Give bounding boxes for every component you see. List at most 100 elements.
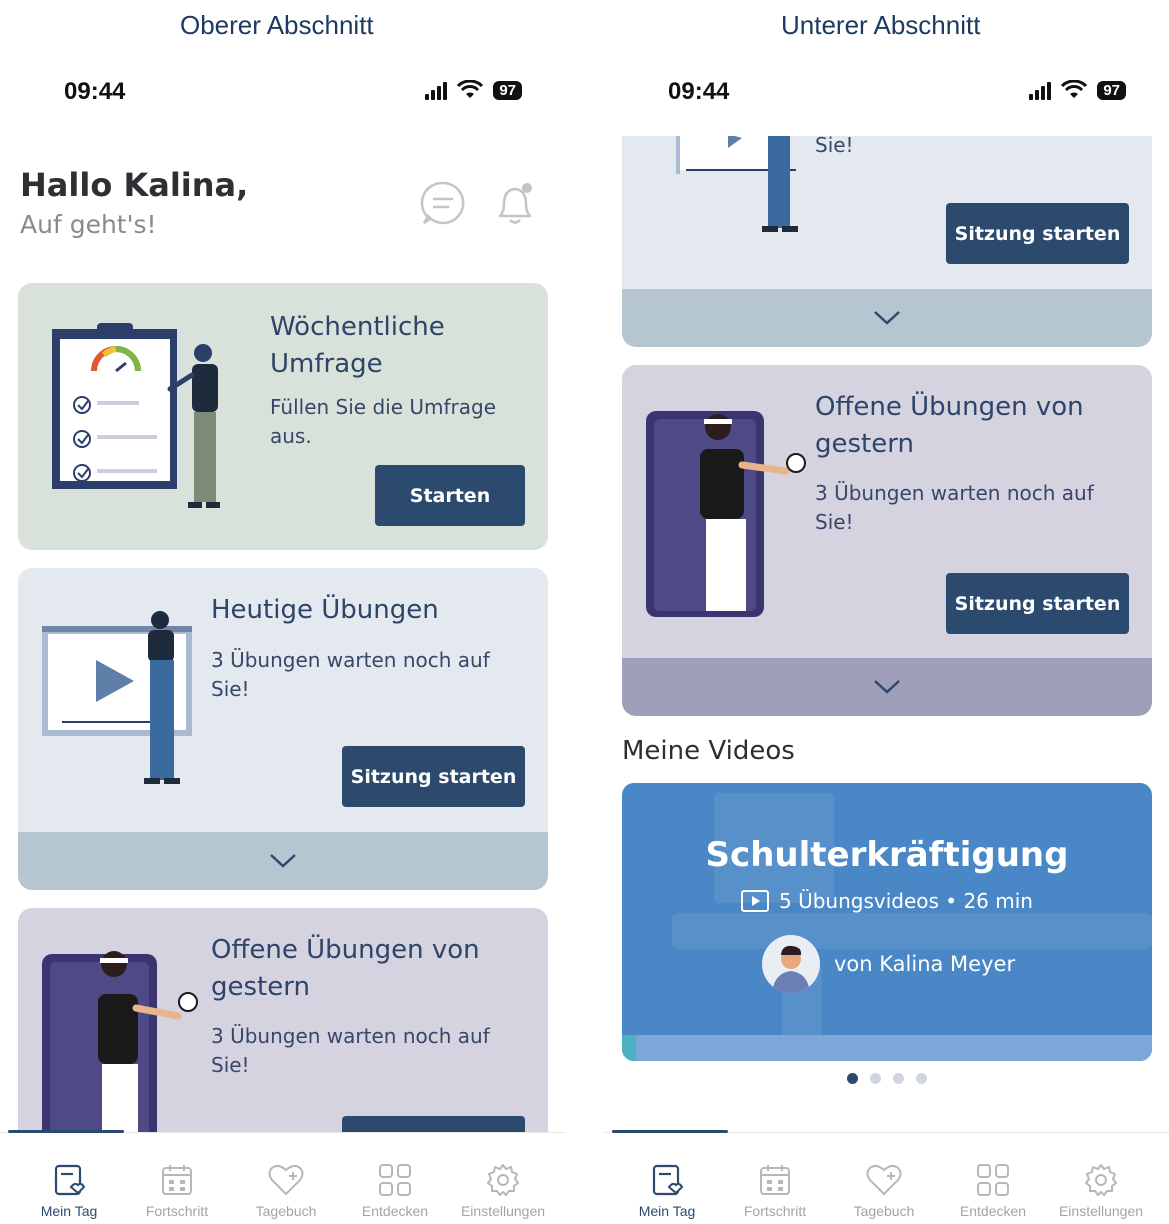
expand-toggle[interactable]	[622, 658, 1152, 716]
heart-plus-icon	[866, 1164, 902, 1196]
carousel-dots	[604, 1073, 1169, 1084]
tab-settings[interactable]: Einstellungen	[448, 1133, 558, 1219]
exercise-video-illustration	[42, 611, 192, 784]
open-exercises-description: 3 Übungen warten noch auf Sie!	[815, 479, 1094, 537]
chat-icon[interactable]	[418, 178, 468, 228]
survey-title-line1: Wöchentliche	[270, 312, 445, 342]
chevron-down-icon	[874, 680, 900, 694]
stopwatch-illustration	[646, 411, 806, 617]
tab-discover[interactable]: Entdecken	[938, 1133, 1048, 1219]
bell-icon[interactable]	[490, 178, 540, 228]
today-desc-line2: Sie!	[211, 677, 250, 701]
carousel-dot[interactable]	[847, 1073, 858, 1084]
tab-label-progress: Fortschritt	[145, 1203, 209, 1219]
header-actions	[418, 178, 540, 228]
todays-exercises-title: Heutige Übungen	[211, 595, 439, 625]
tab-diary[interactable]: Tagebuch	[829, 1133, 939, 1219]
my-videos-heading: Meine Videos	[622, 736, 795, 766]
my-day-icon	[54, 1164, 85, 1196]
video-progress-bar	[622, 1035, 1152, 1061]
status-time: 09:44	[64, 78, 126, 105]
bottom-tab-bar: Mein Tag Fortschritt Tagebuch Entdecken …	[604, 1130, 1169, 1224]
video-author-name: von Kalina Meyer	[834, 952, 1016, 976]
start-survey-button[interactable]: Starten	[375, 465, 525, 526]
tab-label-diary: Tagebuch	[255, 1203, 317, 1219]
open-title-line1: Offene Übungen von	[211, 935, 480, 965]
open-exercises-title: Offene Übungen von gestern	[211, 932, 480, 1006]
video-meta-text: 5 Übungsvideos • 26 min	[779, 889, 1033, 913]
tab-label-progress: Fortschritt	[743, 1203, 807, 1219]
tab-label-my-day: Mein Tag	[40, 1203, 98, 1219]
tab-my-day[interactable]: Mein Tag	[14, 1133, 124, 1219]
open-title-line2: gestern	[211, 972, 310, 1002]
todays-exercises-card[interactable]: Sie! Sitzung starten	[622, 136, 1152, 347]
start-session-button[interactable]: Sitzung starten	[946, 573, 1129, 634]
phone-top-section: 09:44 97 Hallo Kalina, Auf geht's! Wöche…	[0, 60, 566, 1224]
tab-progress[interactable]: Fortschritt	[720, 1133, 830, 1219]
survey-desc-line1: Füllen Sie die Umfrage	[270, 395, 497, 419]
status-time: 09:44	[668, 78, 730, 105]
carousel-dot[interactable]	[916, 1073, 927, 1084]
open-title-line1: Offene Übungen von	[815, 392, 1084, 422]
tab-label-discover: Entdecken	[959, 1203, 1027, 1219]
open-exercises-title: Offene Übungen von gestern	[815, 389, 1084, 463]
open-desc-line2: Sie!	[211, 1053, 250, 1077]
open-desc-line1: 3 Übungen warten noch auf	[211, 1024, 490, 1048]
video-course-meta: 5 Übungsvideos • 26 min	[622, 889, 1152, 913]
video-course-card[interactable]: Schulterkräftigung 5 Übungsvideos • 26 m…	[622, 783, 1152, 1061]
open-exercises-description: 3 Übungen warten noch auf Sie!	[211, 1022, 490, 1080]
tab-label-settings: Einstellungen	[1058, 1203, 1144, 1219]
avatar	[762, 935, 820, 993]
tab-progress[interactable]: Fortschritt	[122, 1133, 232, 1219]
heart-plus-icon	[268, 1164, 304, 1196]
survey-title-line2: Umfrage	[270, 349, 383, 379]
video-author: von Kalina Meyer	[762, 935, 1015, 993]
todays-exercises-card[interactable]: Heutige Übungen 3 Übungen warten noch au…	[18, 568, 548, 890]
open-exercises-card[interactable]: Offene Übungen von gestern 3 Übungen war…	[18, 908, 548, 1168]
signal-icon	[425, 80, 448, 100]
tab-label-diary: Tagebuch	[853, 1203, 915, 1219]
greeting-subtitle: Auf geht's!	[20, 210, 157, 239]
todays-exercises-description-end: Sie!	[815, 136, 854, 157]
open-title-line2: gestern	[815, 429, 914, 459]
battery-indicator: 97	[1097, 80, 1126, 100]
start-session-button[interactable]: Sitzung starten	[946, 203, 1129, 264]
expand-toggle[interactable]	[18, 832, 548, 890]
tab-discover[interactable]: Entdecken	[340, 1133, 450, 1219]
battery-indicator: 97	[493, 80, 522, 100]
carousel-dot[interactable]	[893, 1073, 904, 1084]
gear-icon	[487, 1164, 519, 1196]
calendar-icon	[162, 1165, 192, 1195]
phone-bottom-section: 09:44 97 Sie! Sitzung starten Offene Übu…	[604, 60, 1169, 1224]
open-exercises-card[interactable]: Offene Übungen von gestern 3 Übungen war…	[622, 365, 1152, 716]
survey-illustration	[52, 323, 220, 508]
tab-label-settings: Einstellungen	[460, 1203, 546, 1219]
exercise-video-illustration	[676, 136, 798, 232]
expand-toggle[interactable]	[622, 289, 1152, 347]
tab-diary[interactable]: Tagebuch	[231, 1133, 341, 1219]
my-day-icon	[652, 1164, 683, 1196]
grid-icon	[379, 1164, 411, 1196]
carousel-dot[interactable]	[870, 1073, 881, 1084]
today-desc-line1: 3 Übungen warten noch auf	[211, 648, 490, 672]
tab-settings[interactable]: Einstellungen	[1046, 1133, 1156, 1219]
tab-my-day[interactable]: Mein Tag	[612, 1133, 722, 1219]
section-label-bottom: Unterer Abschnitt	[781, 10, 981, 40]
open-desc-line1: 3 Übungen warten noch auf	[815, 481, 1094, 505]
start-session-button[interactable]: Sitzung starten	[342, 746, 525, 807]
bottom-tab-bar: Mein Tag Fortschritt Tagebuch Entdecken …	[0, 1130, 566, 1224]
greeting-title: Hallo Kalina,	[20, 166, 249, 204]
tab-label-my-day: Mein Tag	[638, 1203, 696, 1219]
greeting: Hallo Kalina, Auf geht's!	[20, 166, 248, 239]
wifi-icon	[457, 80, 484, 100]
status-icons: 97	[1029, 80, 1126, 100]
survey-title: Wöchentliche Umfrage	[270, 309, 445, 383]
weekly-survey-card[interactable]: Wöchentliche Umfrage Füllen Sie die Umfr…	[18, 283, 548, 550]
open-desc-line2: Sie!	[815, 510, 854, 534]
survey-description: Füllen Sie die Umfrage aus.	[270, 393, 496, 451]
section-label-top: Oberer Abschnitt	[180, 10, 374, 40]
video-play-icon	[741, 890, 770, 912]
grid-icon	[977, 1164, 1009, 1196]
chevron-down-icon	[270, 854, 296, 868]
chevron-down-icon	[874, 311, 900, 325]
